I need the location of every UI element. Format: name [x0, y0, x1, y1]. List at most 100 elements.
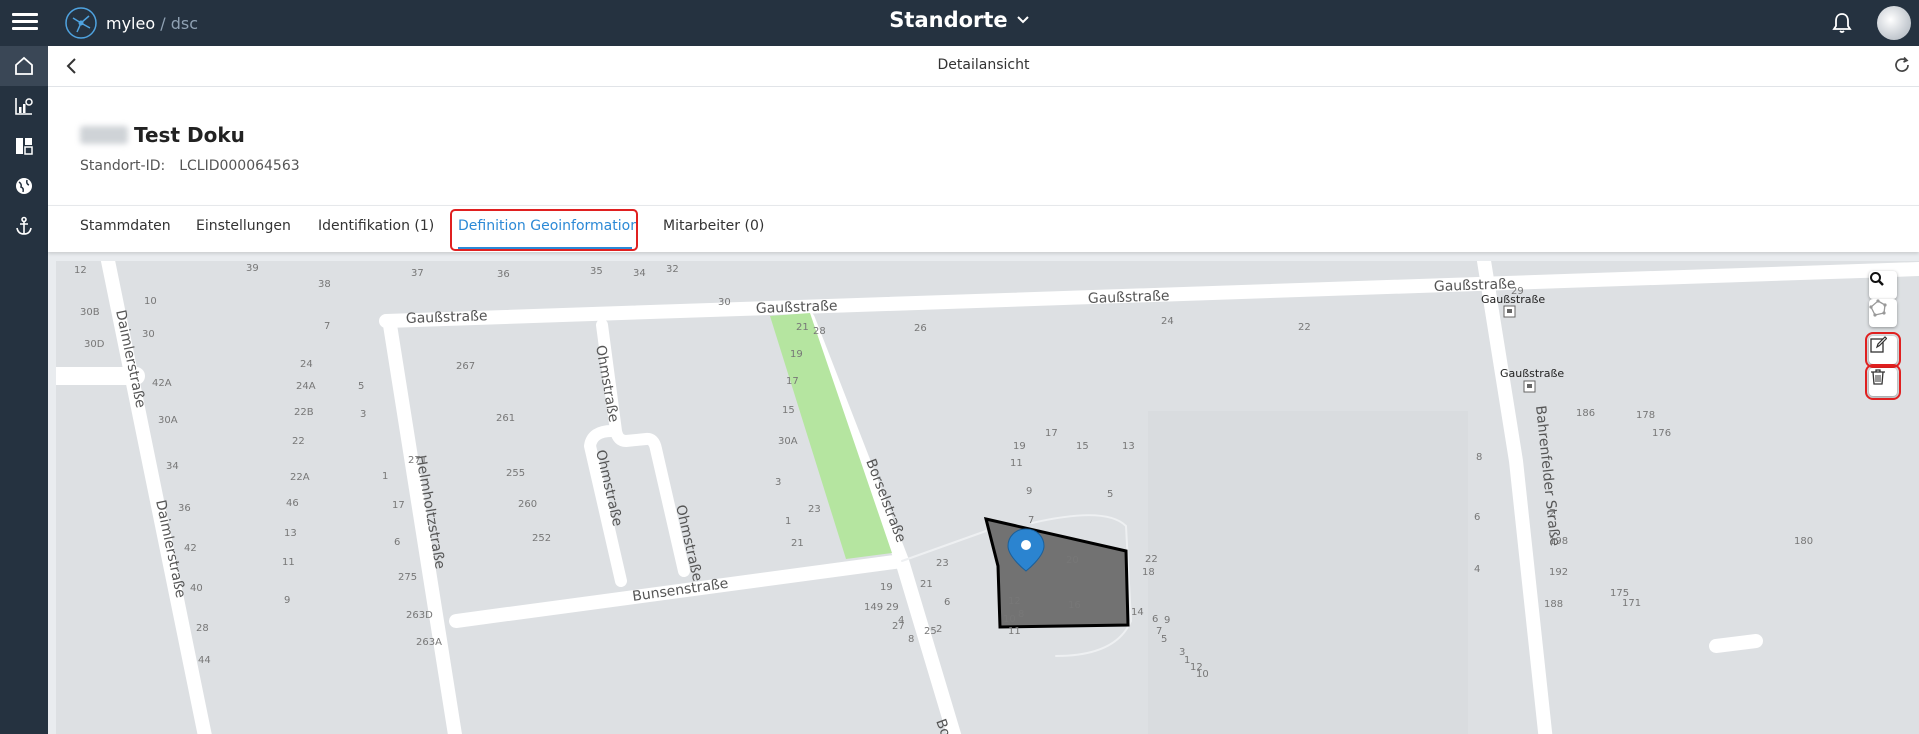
- house-number: 19: [1013, 441, 1026, 452]
- house-number: 30D: [84, 339, 105, 350]
- street-label: Bahrenfelder Straße: [1532, 405, 1563, 547]
- house-number: 15: [782, 405, 795, 416]
- house-number: 22: [1298, 322, 1311, 333]
- house-number: 263A: [416, 637, 442, 648]
- street-label: Gaußstraße: [406, 308, 488, 327]
- house-number: 9: [1164, 615, 1170, 626]
- house-number: 3: [775, 477, 781, 488]
- house-number: 10: [144, 296, 157, 307]
- house-number: 29: [1511, 286, 1524, 297]
- house-number: 11: [1008, 626, 1021, 637]
- bell-icon[interactable]: [1830, 11, 1854, 40]
- street-label: Daimlerstraße: [112, 309, 148, 410]
- map-search-button[interactable]: [1869, 271, 1897, 299]
- tab-identifikation[interactable]: Identifikation (1): [318, 218, 434, 234]
- tab-einstellungen[interactable]: Einstellungen: [196, 218, 291, 234]
- house-number: 192: [1549, 567, 1568, 578]
- map-canvas[interactable]: Gaußstraße Gaußstraße Gaußstraße Gaußstr…: [56, 261, 1919, 734]
- house-number: 4: [898, 615, 904, 626]
- chevron-down-icon: [1016, 16, 1029, 24]
- globe-icon: [16, 178, 32, 194]
- house-number: 267: [456, 361, 475, 372]
- house-number: 7: [1028, 515, 1034, 526]
- draw-polygon-button[interactable]: [1869, 299, 1897, 327]
- house-number: 186: [1576, 408, 1595, 419]
- trash-icon: [1871, 369, 1885, 385]
- house-number: 171: [1622, 598, 1641, 609]
- nav-home[interactable]: [0, 46, 48, 86]
- house-number: 8: [1476, 452, 1482, 463]
- house-number: 30: [142, 329, 155, 340]
- nav-analytics[interactable]: [0, 86, 48, 126]
- app-title: Standorte: [889, 8, 1008, 32]
- location-id-label: Standort-ID:: [80, 158, 166, 174]
- nav-anchor[interactable]: [0, 206, 48, 246]
- house-number: 37: [411, 268, 424, 279]
- house-number: 275: [398, 572, 417, 583]
- tab-mitarbeiter[interactable]: Mitarbeiter (0): [663, 218, 764, 234]
- house-number: 261: [496, 413, 515, 424]
- hamburger-menu-icon[interactable]: [12, 10, 38, 34]
- house-number: 36: [178, 503, 191, 514]
- redacted-text: [80, 126, 128, 144]
- house-number: 21: [796, 322, 809, 333]
- house-number: 1: [785, 516, 791, 527]
- house-number: 24A: [296, 381, 316, 392]
- view-title: Detailansicht: [937, 57, 1030, 73]
- delete-polygon-button[interactable]: [1865, 364, 1901, 400]
- house-number: 20: [1066, 555, 1079, 566]
- house-number: 2: [936, 624, 942, 635]
- street-label: Bunsenstraße: [631, 576, 729, 605]
- tab-highlight-box: [450, 209, 638, 251]
- house-number: 176: [1652, 428, 1671, 439]
- tab-stammdaten[interactable]: Stammdaten: [80, 218, 171, 234]
- logo-mark-icon: [65, 7, 97, 39]
- house-number: 42A: [152, 378, 172, 389]
- house-number: 5: [1107, 489, 1113, 500]
- house-number: 6: [944, 597, 950, 608]
- stop-label: Gaußstraße: [1500, 367, 1564, 380]
- house-number: 18: [1142, 567, 1155, 578]
- location-id-value: LCLID000064563: [179, 158, 300, 174]
- nav-dashboard[interactable]: [0, 126, 48, 166]
- house-number: 4: [1474, 564, 1480, 575]
- house-number: 42: [184, 543, 197, 554]
- house-number: 7: [324, 321, 330, 332]
- house-number: 11: [282, 557, 295, 568]
- geo-polygon[interactable]: [983, 516, 1130, 629]
- house-number: 10: [1196, 669, 1209, 680]
- search-icon: [1870, 272, 1884, 286]
- house-number: 2: [1549, 508, 1555, 519]
- top-bar: myleo / dsc Standorte: [0, 0, 1919, 46]
- map-roads: [56, 261, 1919, 734]
- house-number: 5: [358, 381, 364, 392]
- house-number: 32: [666, 264, 679, 275]
- house-number: 1: [382, 471, 388, 482]
- app-title-dropdown[interactable]: Standorte: [889, 8, 1029, 32]
- house-number: 17: [1045, 428, 1058, 439]
- house-number: 22: [292, 436, 305, 447]
- house-number: 16: [1068, 600, 1081, 611]
- edit-polygon-button[interactable]: [1865, 332, 1901, 368]
- house-number: 44: [198, 655, 211, 666]
- house-number: 39: [246, 263, 259, 274]
- house-number: 11: [1010, 458, 1023, 469]
- house-number: 26: [914, 323, 927, 334]
- nav-globe[interactable]: [0, 166, 48, 206]
- house-number: 178: [1636, 410, 1655, 421]
- house-number: 260: [518, 499, 537, 510]
- side-nav: [0, 46, 48, 734]
- house-number: 21: [920, 579, 933, 590]
- house-number: 40: [190, 583, 203, 594]
- house-number: 252: [532, 533, 551, 544]
- house-number: 13: [284, 528, 297, 539]
- polygon-draw-icon: [1869, 299, 1887, 317]
- house-number: 6: [1474, 512, 1480, 523]
- avatar[interactable]: [1877, 6, 1911, 40]
- house-number: 19: [880, 582, 893, 593]
- refresh-icon[interactable]: [1893, 56, 1911, 79]
- map-view[interactable]: Gaußstraße Gaußstraße Gaußstraße Gaußstr…: [56, 261, 1919, 734]
- house-number: 35: [590, 266, 603, 277]
- app-logo[interactable]: myleo / dsc: [64, 6, 198, 40]
- house-number: 36: [497, 269, 510, 280]
